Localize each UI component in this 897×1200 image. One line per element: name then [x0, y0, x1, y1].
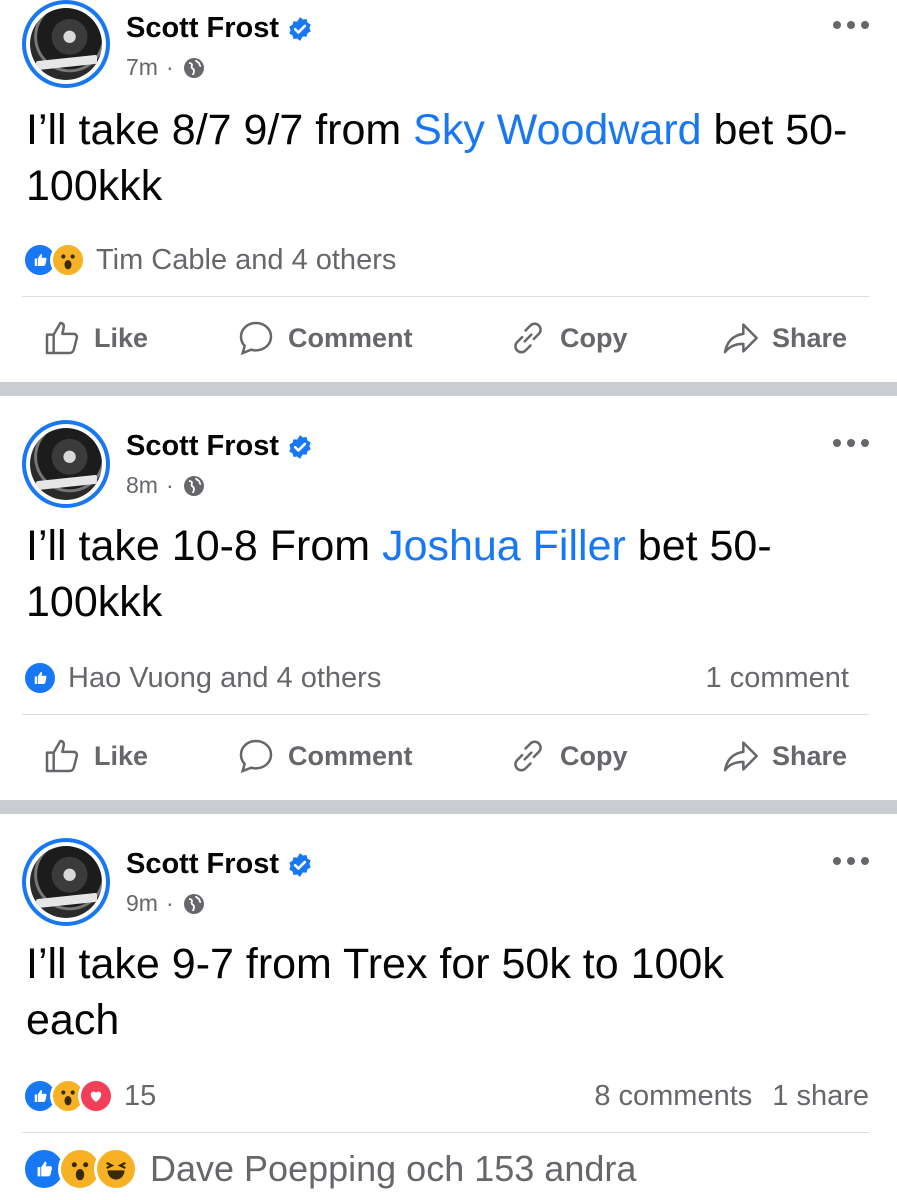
like-outline-icon [45, 739, 79, 773]
share-icon [723, 323, 758, 354]
share-button[interactable]: Share [720, 736, 847, 776]
verified-badge-icon [289, 852, 311, 877]
reactions-bar[interactable]: Hao Vuong and 4 others 1 comment [22, 658, 869, 698]
footer-reactions-bar[interactable]: Dave Poepping och 153 andra [22, 1142, 869, 1196]
footer-reactions-text: Dave Poepping och 153 andra [150, 1148, 637, 1189]
globe-icon [183, 893, 204, 914]
link-icon [514, 740, 542, 772]
share-label: Share [772, 740, 848, 771]
comments-count[interactable]: 8 comments [594, 1080, 752, 1113]
verified-badge-icon [289, 16, 311, 41]
more-options-icon[interactable] [833, 438, 869, 448]
post-text-part: I’ll take 9-7 from Trex for 50k to 100k … [26, 940, 724, 1044]
post-2: Scott Frost 8m · I’ll take 10-8 From Jos… [0, 396, 897, 800]
post-text-part: I’ll take 8/7 9/7 from [26, 106, 414, 154]
post-text: I’ll take 10-8 From Joshua Filler bet 50… [26, 518, 867, 630]
post-meta: 8m · [126, 472, 206, 499]
post-time[interactable]: 7m [126, 54, 158, 81]
comment-icon [239, 321, 273, 356]
author-name-row: Scott Frost [126, 848, 313, 881]
copy-label: Copy [560, 740, 628, 771]
reaction-icons [22, 1078, 118, 1114]
post-actions: Like Comment Copy Share [0, 726, 897, 786]
post-time[interactable]: 8m [126, 472, 158, 499]
like-outline-icon [45, 321, 79, 355]
like-button[interactable]: Like [42, 318, 148, 358]
post-meta: 9m · [126, 890, 206, 917]
post-text-part: I’ll take 10-8 From [26, 522, 383, 570]
author-name[interactable]: Scott Frost [126, 848, 279, 881]
section-separator [0, 382, 897, 396]
section-separator [0, 800, 897, 814]
post-meta: 7m · [126, 54, 206, 81]
post-text: I’ll take 9-7 from Trex for 50k to 100k … [26, 936, 807, 1048]
meta-dot: · [165, 54, 174, 80]
comment-button[interactable]: Comment [236, 318, 413, 358]
share-button[interactable]: Share [720, 318, 847, 358]
haha-icon [94, 1147, 138, 1191]
author-name-row: Scott Frost [126, 12, 313, 45]
wow-icon [50, 242, 86, 278]
mention-link[interactable]: Sky Woodward [413, 106, 701, 154]
more-options-icon[interactable] [833, 20, 869, 30]
divider [22, 714, 869, 715]
author-avatar[interactable] [22, 0, 110, 88]
post-1: Scott Frost 7m · I’ll take 8/7 9/7 from … [0, 0, 897, 382]
copy-label: Copy [560, 322, 628, 353]
reaction-icons [22, 660, 62, 696]
like-label: Like [94, 322, 149, 353]
author-name[interactable]: Scott Frost [126, 12, 279, 45]
more-options-icon[interactable] [833, 856, 869, 866]
comments-count[interactable]: 1 comment [706, 662, 849, 695]
shares-count[interactable]: 1 share [772, 1080, 869, 1113]
reactions-bar[interactable]: 15 8 comments 1 share [22, 1076, 869, 1116]
post-time[interactable]: 9m [126, 890, 158, 917]
comment-label: Comment [288, 740, 413, 771]
share-label: Share [772, 322, 848, 353]
reactions-text: 15 [124, 1079, 157, 1112]
comment-label: Comment [288, 322, 413, 353]
author-avatar[interactable] [22, 420, 110, 508]
globe-icon [183, 475, 204, 496]
meta-dot: · [165, 472, 174, 498]
meta-dot: · [165, 890, 174, 916]
post-text: I’ll take 8/7 9/7 from Sky Woodward bet … [26, 102, 867, 214]
reaction-icons [22, 242, 90, 278]
reactions-text: Tim Cable and 4 others [96, 243, 397, 276]
post-3: Scott Frost 9m · I’ll take 9-7 from Trex… [0, 814, 897, 1200]
globe-icon [183, 57, 204, 78]
comment-button[interactable]: Comment [236, 736, 413, 776]
link-icon [514, 322, 542, 354]
like-label: Like [94, 740, 149, 771]
reactions-bar[interactable]: Tim Cable and 4 others [22, 240, 869, 280]
author-name-row: Scott Frost [126, 430, 313, 463]
comment-icon [239, 739, 273, 774]
copy-button[interactable]: Copy [508, 318, 628, 358]
like-button[interactable]: Like [42, 736, 148, 776]
reaction-icons [22, 1147, 142, 1191]
reactions-text: Hao Vuong and 4 others [68, 661, 382, 694]
share-icon [723, 741, 758, 772]
like-icon [22, 660, 58, 696]
verified-badge-icon [289, 434, 311, 459]
love-icon [78, 1078, 114, 1114]
mention-link[interactable]: Joshua Filler [382, 522, 626, 570]
author-name[interactable]: Scott Frost [126, 430, 279, 463]
author-avatar[interactable] [22, 838, 110, 926]
post-actions: Like Comment Copy Share [0, 308, 897, 368]
divider [22, 296, 869, 297]
copy-button[interactable]: Copy [508, 736, 628, 776]
divider [22, 1132, 869, 1133]
